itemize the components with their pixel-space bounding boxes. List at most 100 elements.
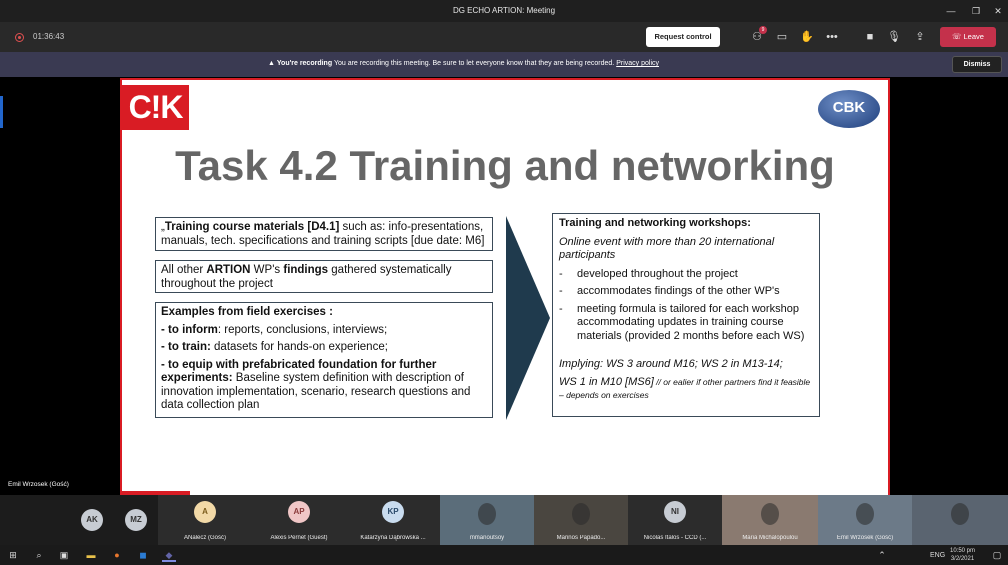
recording-banner: ▲ You're recording You are recording thi… [0, 52, 1008, 77]
participant-tile[interactable]: KP Katarzyna Dąbrowska ... [346, 495, 440, 545]
recording-icon [15, 33, 24, 42]
avatar: NI [664, 501, 686, 523]
video-feed-silhouette [572, 503, 590, 525]
box3-line2-text: datasets for hands-on experience; [210, 341, 388, 353]
warning-icon: ▲ [268, 60, 275, 67]
avatar: MZ [125, 509, 147, 531]
recording-message: ▲ You're recording You are recording thi… [268, 60, 659, 67]
list-item: accommodates findings of the other WP's [559, 285, 813, 299]
participant-tile[interactable] [912, 495, 1008, 545]
box2-bold-2: findings [283, 264, 329, 276]
participant-tile[interactable]: Emil Wrzosek (Gość) [818, 495, 912, 545]
leave-label: Leave [963, 32, 984, 41]
dismiss-button[interactable]: Dismiss [952, 56, 1002, 73]
windows-start-icon[interactable]: ⊞ [6, 548, 20, 562]
training-materials-box: „Training course materials [D4.1] such a… [155, 217, 493, 251]
window-titlebar: DG ECHO ARTION: Meeting — ❐ ✕ [0, 0, 1008, 22]
leave-button[interactable]: ☏ Leave [940, 27, 996, 47]
implying-text: Implying: WS 3 around M16; WS 2 in M13-1… [559, 358, 783, 370]
more-options-icon[interactable]: ••• [824, 29, 840, 45]
box3-line2-bold: - to train: [161, 341, 211, 353]
participants-badge: 9 [759, 26, 767, 34]
active-speaker-label: Emil Wrzosek (Gość) [8, 481, 69, 488]
ws1-text: WS 1 in M10 [MS6] [559, 375, 654, 388]
participant-tile[interactable]: MZ [114, 495, 158, 545]
participant-name: Katarzyna Dąbrowska ... [360, 535, 426, 541]
recording-text: You are recording this meeting. Be sure … [333, 60, 615, 67]
search-icon[interactable]: ⌕ [32, 548, 46, 562]
microphone-icon[interactable]: 🎙 [886, 29, 902, 45]
participant-name: ANalecz (Gość) [183, 535, 226, 541]
firefox-icon[interactable]: ● [110, 548, 124, 562]
box3-heading: Examples from field exercises : [161, 306, 333, 318]
participant-tile[interactable]: AP Alexis Pernet (Guest) [252, 495, 346, 545]
privacy-policy-link[interactable]: Privacy policy [616, 60, 659, 67]
participant-name: Nicolas Italos - CCD (... [643, 535, 707, 541]
participant-tile[interactable]: Marinos Papado... [534, 495, 628, 545]
workshops-heading: Training and networking workshops: [559, 217, 751, 229]
cik-logo: C!K [122, 85, 189, 130]
participant-name: mmanoutsoy [469, 535, 505, 541]
avatar: KP [382, 501, 404, 523]
chat-icon[interactable]: ▭ [774, 29, 790, 45]
file-explorer-icon[interactable]: ▬ [84, 548, 98, 562]
findings-box: All other ARTION WP's findings gathered … [155, 260, 493, 293]
participant-tile[interactable]: AK [70, 495, 114, 545]
chevron-arrow-icon [506, 216, 550, 420]
video-feed-silhouette [951, 503, 969, 525]
presentation-slide: C!K CBK Task 4.2 Training and networking… [120, 78, 890, 495]
participant-name: Alexis Pernet (Guest) [270, 535, 328, 541]
participant-tile[interactable]: NI Nicolas Italos - CCD (... [628, 495, 722, 545]
tray-icons[interactable]: ⌃ [875, 548, 889, 562]
participants-icon[interactable]: ⚇ 9 [749, 26, 767, 45]
participant-tile[interactable]: Maria Michalopoulou [722, 495, 818, 545]
field-exercises-box: Examples from field exercises : - to inf… [155, 302, 493, 418]
video-feed-silhouette [761, 503, 779, 525]
workshops-list: developed throughout the project accommo… [559, 268, 813, 344]
clock-date: 3/2/2021 [950, 556, 975, 562]
share-screen-icon[interactable]: ⇪ [912, 29, 928, 45]
participant-tile[interactable]: A ANalecz (Gość) [158, 495, 252, 545]
outlook-icon[interactable]: ◼ [136, 548, 150, 562]
close-icon[interactable]: ✕ [991, 4, 1005, 18]
task-view-icon[interactable]: ▣ [57, 548, 71, 562]
box2-bold-1: ARTION [206, 264, 251, 276]
raise-hand-icon[interactable]: ✋ [799, 29, 815, 45]
meeting-toolbar: 01:36:43 Request control ⚇ 9 ▭ ✋ ••• ■ 🎙 … [0, 22, 1008, 52]
teams-icon[interactable]: ◆ [162, 548, 176, 562]
box3-line1-text: : reports, conclusions, interviews; [217, 323, 388, 336]
meeting-timer: 01:36:43 [33, 32, 65, 41]
box1-bold: Training course materials [D4.1] [164, 221, 340, 233]
box2-text-1: All other [161, 264, 207, 276]
clock-time: 10:50 pm [950, 548, 976, 554]
recording-label: You're recording [276, 60, 333, 67]
slide-title: Task 4.2 Training and networking [175, 142, 835, 189]
avatar: A [194, 501, 216, 523]
windows-taskbar: ⊞ ⌕ ▣ ▬ ● ◼ ◆ ⌃ ENG 10:50 pm 3/2/2021 ▢ [0, 545, 1008, 565]
participant-name: Emil Wrzosek (Gość) [836, 535, 894, 541]
workshops-intro: Online event with more than 20 internati… [559, 235, 775, 262]
request-control-button[interactable]: Request control [646, 27, 720, 47]
workshops-box: Training and networking workshops: Onlin… [552, 213, 820, 417]
notifications-icon[interactable]: ▢ [990, 548, 1004, 562]
box3-line1-bold: - to inform [161, 323, 218, 336]
participant-tile[interactable]: mmanoutsoy [440, 495, 534, 545]
camera-icon[interactable]: ■ [862, 29, 878, 45]
participant-name: Maria Michalopoulou [742, 535, 798, 541]
avatar: AP [288, 501, 310, 523]
maximize-icon[interactable]: ❐ [969, 4, 983, 18]
left-accent-bar [0, 96, 3, 128]
box2-text-2: WP's [250, 264, 284, 276]
video-feed-silhouette [856, 503, 874, 525]
minimize-icon[interactable]: — [944, 4, 958, 18]
participant-name: Marinos Papado... [556, 535, 606, 541]
cbk-logo-text: CBK [832, 99, 866, 116]
language-indicator[interactable]: ENG [930, 552, 945, 559]
list-item: meeting formula is tailored for each wor… [559, 303, 813, 344]
window-title: DG ECHO ARTION: Meeting [452, 6, 556, 15]
video-feed-silhouette [478, 503, 496, 525]
list-item: developed throughout the project [559, 268, 813, 282]
participant-gallery: AK MZ A ANalecz (Gość) AP Alexis Pernet (Gues… [0, 495, 1008, 545]
clock[interactable]: 10:50 pm 3/2/2021 [950, 547, 975, 563]
cbk-logo: CBK [814, 88, 884, 130]
